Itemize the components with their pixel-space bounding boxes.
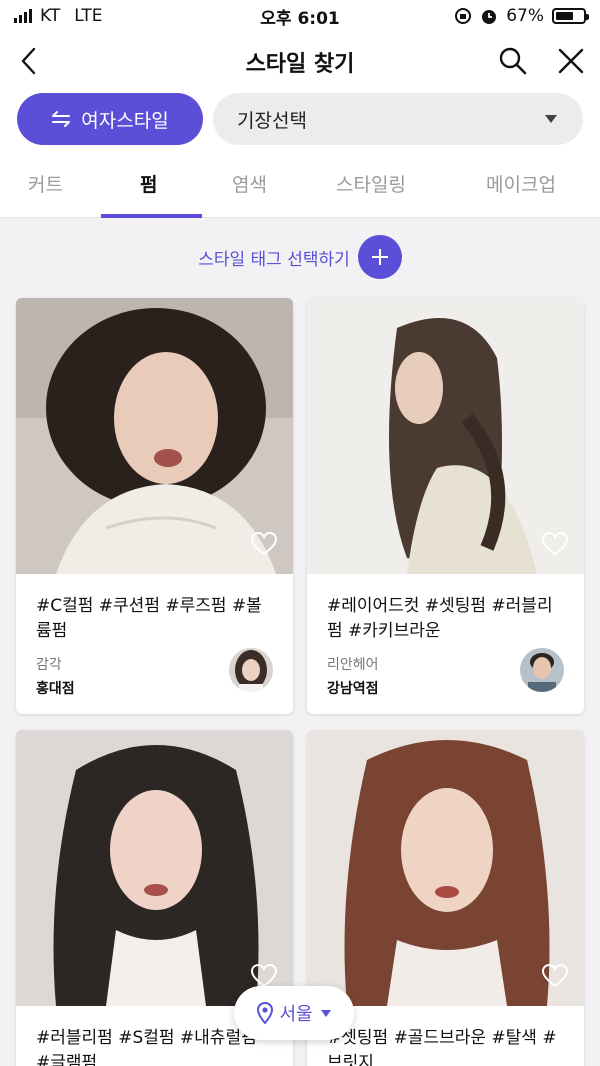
style-photo[interactable]	[307, 730, 584, 1006]
signal-icon	[14, 9, 32, 23]
battery-icon	[552, 8, 589, 24]
location-pin-icon	[257, 1002, 274, 1024]
battery-percent: 67%	[506, 6, 544, 26]
style-tag-selector[interactable]: 스타일 태그 선택하기	[0, 232, 600, 282]
search-icon[interactable]	[496, 44, 530, 78]
heart-icon[interactable]	[251, 532, 277, 556]
status-time: 오후 6:01	[260, 8, 340, 29]
designer-avatar[interactable]	[520, 648, 564, 692]
style-photo[interactable]	[307, 298, 584, 574]
style-tag-label: 스타일 태그 선택하기	[198, 249, 350, 270]
category-tabs: 커트 펌 염색 스타일링 메이크업	[0, 150, 600, 218]
tab-perm[interactable]: 펌	[140, 170, 157, 197]
tab-cut[interactable]: 커트	[28, 170, 63, 197]
dropdown-caret-icon	[545, 115, 557, 123]
style-card[interactable]: #레이어드컷 #셋팅펌 #러블리펌 #카키브라운 리안헤어 강남역점	[307, 298, 584, 714]
active-tab-indicator	[101, 214, 202, 218]
dropdown-caret-icon	[320, 1009, 331, 1017]
length-select[interactable]: 기장선택	[213, 93, 583, 145]
heart-icon[interactable]	[542, 532, 568, 556]
carrier-label: KT	[40, 6, 61, 26]
salon-info[interactable]: 감각 홍대점	[16, 644, 293, 714]
status-left: KT LTE	[14, 6, 102, 26]
length-select-label: 기장선택	[237, 109, 307, 132]
style-card[interactable]: #C컬펌 #쿠션펌 #루즈펌 #볼륨펌 감각 홍대점	[16, 298, 293, 714]
swap-arrows-icon	[52, 111, 71, 127]
status-right: 67%	[454, 6, 589, 26]
status-bar: KT LTE 오후 6:01 67%	[0, 0, 600, 32]
nav-header: 스타일 찾기	[0, 32, 600, 92]
style-tags: #레이어드컷 #셋팅펌 #러블리펌 #카키브라운	[327, 596, 553, 641]
gender-toggle-button[interactable]: 여자스타일	[17, 93, 203, 145]
style-photo[interactable]	[16, 298, 293, 574]
alarm-icon	[482, 10, 497, 24]
style-tags: #C컬펌 #쿠션펌 #루즈펌 #볼륨펌	[36, 596, 262, 641]
region-label: 서울	[279, 1004, 313, 1025]
style-photo[interactable]	[16, 730, 293, 1006]
region-select-button[interactable]: 서울	[234, 986, 354, 1040]
add-tag-icon[interactable]	[357, 235, 402, 279]
tab-styling[interactable]: 스타일링	[336, 170, 406, 197]
heart-icon[interactable]	[542, 964, 568, 988]
tab-color[interactable]: 염색	[232, 170, 267, 197]
gender-toggle-label: 여자스타일	[81, 109, 169, 132]
salon-info[interactable]: 리안헤어 강남역점	[307, 644, 584, 714]
designer-avatar[interactable]	[229, 648, 273, 692]
filter-bar: 여자스타일 기장선택	[0, 92, 600, 150]
close-icon[interactable]	[554, 44, 588, 78]
network-label: LTE	[74, 6, 103, 26]
heart-icon[interactable]	[251, 964, 277, 988]
orientation-lock-icon	[455, 8, 472, 24]
tab-makeup[interactable]: 메이크업	[486, 170, 556, 197]
